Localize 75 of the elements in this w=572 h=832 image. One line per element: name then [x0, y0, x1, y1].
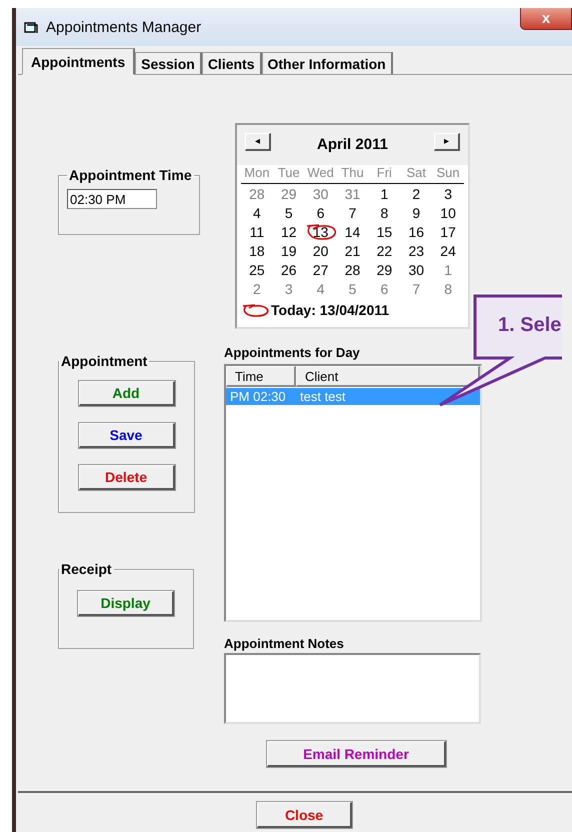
group-title: Appointment — [60, 353, 148, 369]
calendar-day[interactable]: 7 — [412, 280, 420, 296]
calendar-day[interactable]: 11 — [250, 224, 264, 240]
calendar-day[interactable]: 2 — [412, 186, 420, 202]
calendar-day[interactable]: 1 — [444, 262, 452, 278]
weekday-label: Mon — [243, 165, 271, 182]
notes-title: Appointment Notes — [224, 636, 345, 651]
weekday-label: Sat — [405, 165, 427, 182]
calendar-day[interactable]: 3 — [284, 280, 293, 296]
calendar-day[interactable]: 8 — [380, 204, 388, 220]
month-title: April 2011 — [317, 136, 388, 153]
tab[interactable]: Clients — [202, 52, 262, 74]
close-button[interactable]: Close — [257, 802, 352, 828]
calendar-day[interactable]: 29 — [281, 186, 297, 202]
calendar-day[interactable]: 1 — [380, 186, 388, 202]
action-button[interactable]: Delete — [78, 465, 174, 490]
calendar-day[interactable]: 12 — [281, 224, 297, 240]
calendar-day[interactable]: 10 — [440, 204, 456, 220]
calendar-day[interactable]: 5 — [284, 204, 293, 220]
display-button[interactable]: Display — [78, 591, 174, 616]
calendar-day[interactable]: 18 — [249, 242, 265, 258]
calendar-day[interactable]: 19 — [281, 242, 297, 258]
calendar-day[interactable]: 16 — [408, 224, 424, 240]
calendar-day[interactable]: 2 — [253, 280, 261, 296]
calendar-day[interactable]: 5 — [348, 280, 356, 296]
calendar-day[interactable]: 13 — [312, 224, 328, 240]
weekday-label: Sun — [436, 165, 461, 182]
notes-field[interactable] — [224, 653, 481, 724]
calendar-day[interactable]: 30 — [408, 262, 424, 278]
tab[interactable]: Other Information — [262, 52, 393, 74]
email-reminder-button[interactable]: Email Reminder — [267, 741, 446, 767]
calendar-day[interactable]: 15 — [376, 224, 392, 240]
callout-text: 1. Sele — [498, 314, 562, 337]
today-label[interactable]: Today: 13/04/2011 — [271, 302, 390, 318]
tab[interactable]: Appointments — [22, 48, 136, 75]
weekday-label: Tue — [276, 165, 301, 182]
calendar-day[interactable]: 20 — [312, 242, 328, 258]
calendar-day[interactable]: 30 — [312, 186, 328, 202]
calendar-day[interactable]: 27 — [312, 262, 328, 278]
calendar-day[interactable]: 4 — [253, 204, 261, 220]
calendar-day[interactable]: 4 — [316, 280, 325, 296]
previous-month-button[interactable]: ◂ — [245, 133, 271, 151]
tab[interactable]: Session — [135, 52, 202, 74]
time-field[interactable]: 02:30 PM — [67, 189, 157, 209]
weekday-label: Fri — [376, 165, 393, 182]
calendar-day[interactable]: 28 — [249, 186, 265, 202]
weekday-label: Wed — [306, 165, 335, 182]
calendar-day[interactable]: 6 — [380, 280, 388, 296]
calendar-day[interactable]: 24 — [440, 242, 456, 258]
calendar-day[interactable]: 9 — [412, 204, 420, 220]
calendar-day[interactable]: 8 — [444, 280, 452, 296]
calendar-day[interactable]: 29 — [376, 262, 392, 278]
calendar-day[interactable]: 25 — [249, 262, 265, 278]
calendar-day[interactable]: 6 — [316, 204, 325, 220]
client-cell-text: test test — [299, 389, 346, 404]
action-button[interactable]: Add — [78, 381, 174, 406]
window-icon — [24, 20, 38, 34]
window-title: Appointments Manager — [46, 18, 202, 36]
list-title: Appointments for Day — [224, 345, 361, 360]
weekday-label: Thu — [340, 165, 365, 182]
calendar-day[interactable]: 14 — [344, 224, 360, 240]
calendar-day[interactable]: 21 — [344, 242, 360, 258]
calendar-day[interactable]: 17 — [440, 224, 456, 240]
group-title: Receipt — [60, 561, 113, 577]
calendar-day[interactable]: 22 — [376, 242, 392, 258]
calendar-day[interactable]: 7 — [348, 204, 356, 220]
calendar-day[interactable]: 3 — [444, 186, 452, 202]
calendar-day[interactable]: 26 — [281, 262, 297, 278]
action-button[interactable]: Save — [78, 423, 174, 448]
calendar-day[interactable]: 31 — [344, 186, 360, 202]
calendar-day[interactable]: 28 — [344, 262, 360, 278]
group-title: Appointment Time — [68, 167, 193, 183]
time-cell-text: PM 02:30 — [229, 389, 287, 404]
next-month-button[interactable]: ▸ — [434, 133, 460, 151]
calendar-day[interactable]: 23 — [408, 242, 424, 258]
